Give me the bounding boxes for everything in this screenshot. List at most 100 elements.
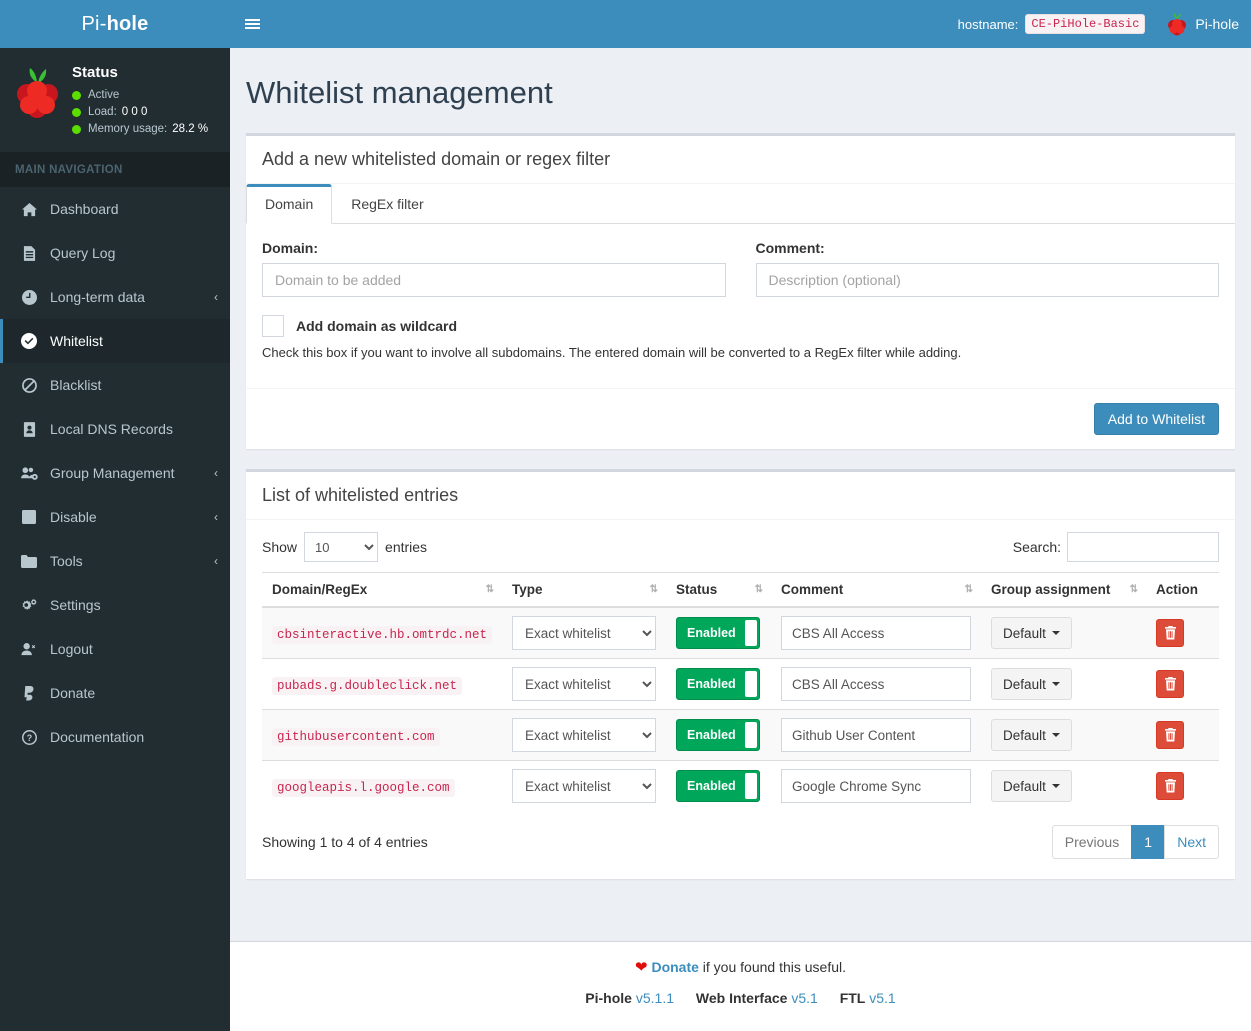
- hamburger-icon: [245, 17, 260, 31]
- wildcard-checkbox[interactable]: [262, 315, 284, 337]
- status-toggle[interactable]: Enabled: [676, 668, 760, 700]
- list-box-body: Show 10 25 50 100 All entries Search: [246, 520, 1235, 879]
- topbar-brand[interactable]: Pi-hole: [1155, 12, 1239, 36]
- cell-status: Enabled: [666, 607, 771, 659]
- sidebar-item-dashboard[interactable]: Dashboard: [0, 187, 230, 231]
- status-title: Status: [72, 64, 208, 81]
- comment-label: Comment:: [756, 240, 1220, 256]
- cell-group: Default: [981, 710, 1146, 761]
- trash-icon: [1164, 728, 1177, 742]
- column-label: Domain/RegEx: [272, 582, 367, 597]
- donate-link[interactable]: Donate: [651, 959, 698, 975]
- sidebar-item-label: Query Log: [50, 245, 218, 261]
- comment-input[interactable]: [756, 263, 1220, 297]
- pagination-page-1[interactable]: 1: [1131, 825, 1165, 859]
- cell-type: Exact whitelist Regex whitelist: [502, 607, 666, 659]
- group-assignment-dropdown[interactable]: Default: [991, 770, 1072, 802]
- sidebar-item-documentation[interactable]: ? Documentation: [0, 715, 230, 759]
- pagination-next[interactable]: Next: [1164, 825, 1219, 859]
- sidebar-item-label: Long-term data: [50, 289, 214, 305]
- sidebar-brand-logo[interactable]: Pi-hole: [0, 0, 230, 48]
- delete-row-button[interactable]: [1156, 772, 1184, 800]
- content-area: Whitelist management Add a new whitelist…: [230, 48, 1251, 941]
- menu-toggle-button[interactable]: [230, 0, 274, 48]
- sidebar-item-label: Settings: [50, 597, 218, 613]
- status-toggle[interactable]: Enabled: [676, 617, 760, 649]
- users-gear-icon: [18, 466, 40, 481]
- sidebar-item-group-management[interactable]: Group Management ‹: [0, 451, 230, 495]
- paypal-icon: [18, 686, 40, 701]
- sidebar-item-query-log[interactable]: Query Log: [0, 231, 230, 275]
- delete-row-button[interactable]: [1156, 619, 1184, 647]
- sidebar-item-logout[interactable]: Logout: [0, 627, 230, 671]
- sidebar-item-label: Local DNS Records: [50, 421, 218, 437]
- status-dot-memory: [72, 125, 81, 134]
- sidebar-item-whitelist[interactable]: Whitelist: [0, 319, 230, 363]
- status-toggle[interactable]: Enabled: [676, 719, 760, 751]
- row-comment-input[interactable]: [781, 667, 971, 701]
- add-form-row: Domain: Comment:: [262, 224, 1219, 297]
- status-dot-active: [72, 91, 81, 100]
- sidebar-item-blacklist[interactable]: Blacklist: [0, 363, 230, 407]
- add-whitelist-box: Add a new whitelisted domain or regex fi…: [246, 133, 1235, 449]
- domain-value: githubusercontent.com: [272, 728, 440, 746]
- type-select[interactable]: Exact whitelist Regex whitelist: [512, 718, 656, 752]
- sidebar-item-long-term-data[interactable]: Long-term data ‹: [0, 275, 230, 319]
- sidebar-item-tools[interactable]: Tools ‹: [0, 539, 230, 583]
- row-comment-input[interactable]: [781, 616, 971, 650]
- column-header-domain[interactable]: Domain/RegEx ⇅: [262, 573, 502, 608]
- column-header-comment[interactable]: Comment ⇅: [771, 573, 981, 608]
- clock-icon: [18, 290, 40, 305]
- version-webif-value[interactable]: v5.1: [791, 990, 817, 1006]
- chevron-left-icon: ‹: [214, 466, 218, 480]
- sidebar-item-donate[interactable]: Donate: [0, 671, 230, 715]
- add-box-footer: Add to Whitelist: [246, 388, 1235, 449]
- showing-entries-text: Showing 1 to 4 of 4 entries: [262, 834, 428, 850]
- chevron-down-icon: [1052, 682, 1060, 686]
- sort-icon: ⇅: [1130, 585, 1138, 595]
- type-select[interactable]: Exact whitelist Regex whitelist: [512, 769, 656, 803]
- table-body: cbsinteractive.hb.omtrdc.net Exact white…: [262, 607, 1219, 811]
- sidebar-item-local-dns-records[interactable]: Local DNS Records: [0, 407, 230, 451]
- type-select[interactable]: Exact whitelist Regex whitelist: [512, 667, 656, 701]
- topbar-brand-label: Pi-hole: [1195, 16, 1239, 32]
- delete-row-button[interactable]: [1156, 670, 1184, 698]
- domain-input[interactable]: [262, 263, 726, 297]
- hostname-display: hostname: CE-PiHole-Basic: [958, 14, 1146, 34]
- column-header-group-assignment[interactable]: Group assignment ⇅: [981, 573, 1146, 608]
- sort-icon: ⇅: [755, 585, 763, 595]
- sidebar-item-disable[interactable]: Disable ‹: [0, 495, 230, 539]
- square-icon: [18, 510, 40, 524]
- footer-donate-line: ❤ Donate if you found this useful.: [230, 958, 1251, 976]
- status-panel: Status Active Load: 0 0 0 Memory usage: …: [0, 48, 230, 153]
- toggle-knob: [745, 671, 757, 697]
- hostname-value: CE-PiHole-Basic: [1025, 14, 1145, 34]
- domain-value: pubads.g.doubleclick.net: [272, 677, 462, 695]
- add-to-whitelist-button[interactable]: Add to Whitelist: [1094, 403, 1219, 435]
- group-assignment-dropdown[interactable]: Default: [991, 719, 1072, 751]
- group-assignment-label: Default: [1003, 626, 1046, 641]
- tab-domain[interactable]: Domain: [246, 184, 332, 224]
- pagination-previous[interactable]: Previous: [1052, 825, 1132, 859]
- delete-row-button[interactable]: [1156, 721, 1184, 749]
- page-size-select[interactable]: 10 25 50 100 All: [304, 532, 378, 562]
- type-select[interactable]: Exact whitelist Regex whitelist: [512, 616, 656, 650]
- search-input[interactable]: [1067, 532, 1219, 562]
- status-toggle[interactable]: Enabled: [676, 770, 760, 802]
- column-header-status[interactable]: Status ⇅: [666, 573, 771, 608]
- row-comment-input[interactable]: [781, 769, 971, 803]
- table-row: googleapis.l.google.com Exact whitelist …: [262, 761, 1219, 812]
- sidebar-item-settings[interactable]: Settings: [0, 583, 230, 627]
- version-ftl-value[interactable]: v5.1: [869, 990, 895, 1006]
- group-assignment-dropdown[interactable]: Default: [991, 617, 1072, 649]
- version-pihole-value[interactable]: v5.1.1: [636, 990, 674, 1006]
- tab-regex-filter[interactable]: RegEx filter: [332, 184, 442, 224]
- whitelist-entries-box: List of whitelisted entries Show 10 25 5…: [246, 469, 1235, 879]
- table-row: cbsinteractive.hb.omtrdc.net Exact white…: [262, 607, 1219, 659]
- group-assignment-dropdown[interactable]: Default: [991, 668, 1072, 700]
- column-header-type[interactable]: Type ⇅: [502, 573, 666, 608]
- raspberry-pi-logo-icon: [10, 64, 66, 124]
- cell-status: Enabled: [666, 710, 771, 761]
- table-row: githubusercontent.com Exact whitelist Re…: [262, 710, 1219, 761]
- row-comment-input[interactable]: [781, 718, 971, 752]
